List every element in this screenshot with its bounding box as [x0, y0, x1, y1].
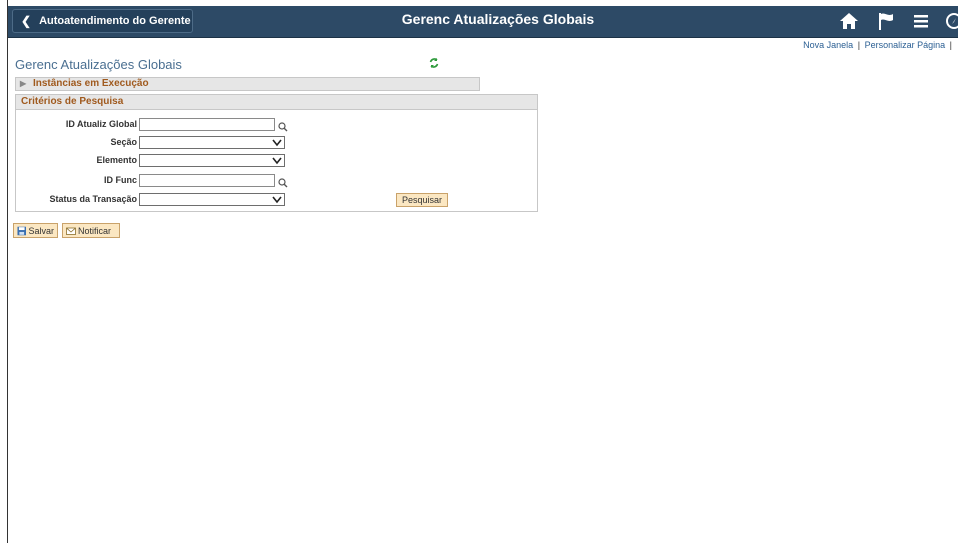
banner-title: Gerenc Atualizações Globais	[401, 11, 595, 27]
expand-triangle-icon: ▶	[20, 79, 27, 88]
chevron-down-icon	[272, 139, 282, 147]
save-icon	[17, 226, 27, 235]
top-banner: ❮ Autoatendimento do Gerente Gerenc Atua…	[8, 6, 958, 38]
employee-id-label: ID Func	[104, 175, 137, 185]
new-window-link[interactable]: Nova Janela	[803, 40, 853, 50]
refresh-icon[interactable]	[428, 56, 440, 68]
chevron-down-icon	[272, 157, 282, 165]
back-button-label: Autoatendimento do Gerente	[39, 15, 191, 27]
lookup-icon[interactable]	[278, 119, 288, 132]
notify-button-label: Notificar	[78, 225, 112, 236]
running-instances-section[interactable]: ▶ Instâncias em Execução	[15, 77, 480, 91]
global-update-id-input[interactable]	[139, 118, 275, 131]
link-separator: |	[857, 40, 861, 50]
running-instances-label: Instâncias em Execução	[32, 78, 149, 89]
back-button[interactable]: ❮ Autoatendimento do Gerente	[12, 9, 193, 33]
notify-button[interactable]: Notificar	[62, 223, 120, 238]
element-label: Elemento	[96, 155, 137, 165]
envelope-icon	[66, 227, 76, 235]
flag-icon[interactable]	[874, 10, 898, 32]
home-icon[interactable]	[837, 10, 861, 32]
page-title: Gerenc Atualizações Globais	[15, 57, 182, 72]
employee-id-input[interactable]	[139, 174, 275, 187]
save-button[interactable]: Salvar	[13, 223, 58, 238]
transaction-status-select[interactable]	[139, 193, 285, 206]
save-button-label: Salvar	[28, 225, 54, 236]
page-links: Nova Janela | Personalizar Página |	[803, 40, 954, 50]
element-select[interactable]	[139, 154, 285, 167]
link-separator: |	[949, 40, 952, 50]
search-button[interactable]: Pesquisar	[396, 193, 448, 207]
section-select[interactable]	[139, 136, 285, 149]
transaction-status-label: Status da Transação	[49, 194, 137, 204]
menu-icon[interactable]	[909, 10, 933, 32]
lookup-icon[interactable]	[278, 175, 288, 188]
chevron-down-icon	[272, 196, 282, 204]
personalize-page-link[interactable]: Personalizar Página	[865, 40, 946, 50]
navbar-icon[interactable]	[940, 10, 958, 32]
chevron-left-icon: ❮	[21, 14, 32, 28]
left-frame-border	[7, 0, 8, 543]
section-label: Seção	[110, 137, 137, 147]
search-criteria-panel: Critérios de Pesquisa ID Atualiz Global …	[15, 94, 538, 212]
search-criteria-header: Critérios de Pesquisa	[16, 95, 537, 110]
global-update-id-label: ID Atualiz Global	[65, 119, 137, 129]
